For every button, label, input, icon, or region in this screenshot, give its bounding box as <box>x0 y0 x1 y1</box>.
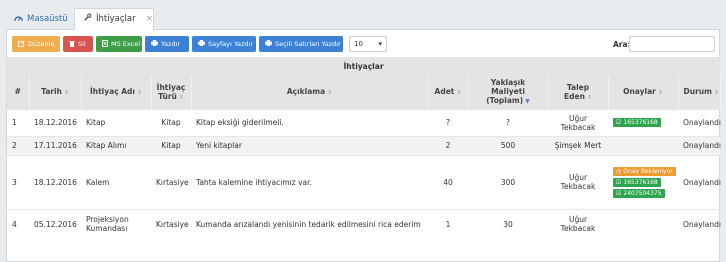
approval-badge: ☑ 165376168 <box>613 118 661 127</box>
excel-button[interactable]: MS Excel <box>96 36 142 52</box>
sort-icon: ⬍ <box>456 89 462 97</box>
print-selected-button[interactable]: Seçili Satırları Yazdır <box>259 36 343 52</box>
approval-badge: ☑ 165376168 <box>613 177 661 187</box>
toolbar: Düzenle Sil MS Excel Yazdır Sayfayı Yazd… <box>12 36 387 52</box>
sort-icon: ⬍ <box>586 93 592 101</box>
tab-label: İhtiyaçlar <box>96 14 136 24</box>
print-icon <box>151 40 158 48</box>
content-panel: Düzenle Sil MS Excel Yazdır Sayfayı Yazd… <box>6 30 721 262</box>
col-cost[interactable]: Yaklaşık Maliyeti (Toplam) ▼ <box>468 75 549 109</box>
search-label: Ara: <box>613 40 631 49</box>
col-approvals[interactable]: Onaylar ⬍ <box>608 75 679 109</box>
table-caption: İhtiyaçlar <box>7 57 721 75</box>
excel-icon <box>102 39 108 49</box>
print-button[interactable]: Yazdır <box>145 36 189 52</box>
table-row[interactable]: 1 18.12.2016 Kitap Kitap Kitap eksiği gi… <box>7 108 721 136</box>
tab-ihtiyaclar[interactable]: İhtiyaçlar × <box>74 8 154 30</box>
sort-icon: ⬍ <box>137 89 143 97</box>
sort-desc-icon: ▼ <box>525 98 530 106</box>
sort-icon: ⬍ <box>657 89 663 97</box>
pending-badge: ◷ Onay Bekleniyor <box>613 166 676 176</box>
col-type[interactable]: İhtiyaç Türü ⬍ <box>151 75 192 109</box>
col-date[interactable]: Tarih ⬍ <box>29 75 82 109</box>
tab-masaustu[interactable]: Masaüstü <box>6 8 76 30</box>
table-row[interactable]: 2 17.11.2016 Kitap Alımı Kitap Yeni kita… <box>7 135 721 155</box>
caret-down-icon: ▾ <box>378 40 382 48</box>
print-page-button[interactable]: Sayfayı Yazdır <box>192 36 256 52</box>
page-size-select[interactable]: 10 ▾ <box>349 36 387 52</box>
table-row[interactable]: 3 18.12.2016 Kalem Kırtasiye Tahta kalem… <box>7 154 721 209</box>
table-row[interactable]: 4 05.12.2016 Projeksiyon Kumandası Kırta… <box>7 208 721 239</box>
search-input[interactable] <box>629 36 715 52</box>
trash-icon <box>69 40 75 49</box>
sort-icon: ⬍ <box>327 89 333 97</box>
col-status[interactable]: Durum ⬍ <box>678 75 721 109</box>
sort-icon: ⬍ <box>713 89 719 97</box>
print-icon <box>265 40 272 48</box>
col-name[interactable]: İhtiyaç Adı ⬍ <box>81 75 152 109</box>
col-no[interactable]: # <box>7 75 30 109</box>
dashboard-icon <box>14 14 23 25</box>
sort-icon: ⬍ <box>178 93 184 101</box>
wrench-icon <box>83 13 92 25</box>
col-qty[interactable]: Adet ⬍ <box>428 75 469 109</box>
approval-badge: ☑ 2407504375 <box>613 188 665 198</box>
print-icon <box>198 40 205 48</box>
sort-icon: ⬍ <box>63 89 69 97</box>
edit-icon <box>18 40 25 49</box>
col-requester[interactable]: Talep Eden ⬍ <box>548 75 609 109</box>
tab-label: Masaüstü <box>27 14 68 24</box>
needs-table: İhtiyaçlar # Tarih ⬍ İhtiyaç Adı ⬍ İhtiyaç… <box>7 57 721 239</box>
delete-button[interactable]: Sil <box>63 36 93 52</box>
col-desc[interactable]: Açıklama ⬍ <box>191 75 429 109</box>
close-icon[interactable]: × <box>146 14 154 24</box>
tab-bar: Masaüstü İhtiyaçlar × <box>6 6 720 30</box>
edit-button[interactable]: Düzenle <box>12 36 60 52</box>
